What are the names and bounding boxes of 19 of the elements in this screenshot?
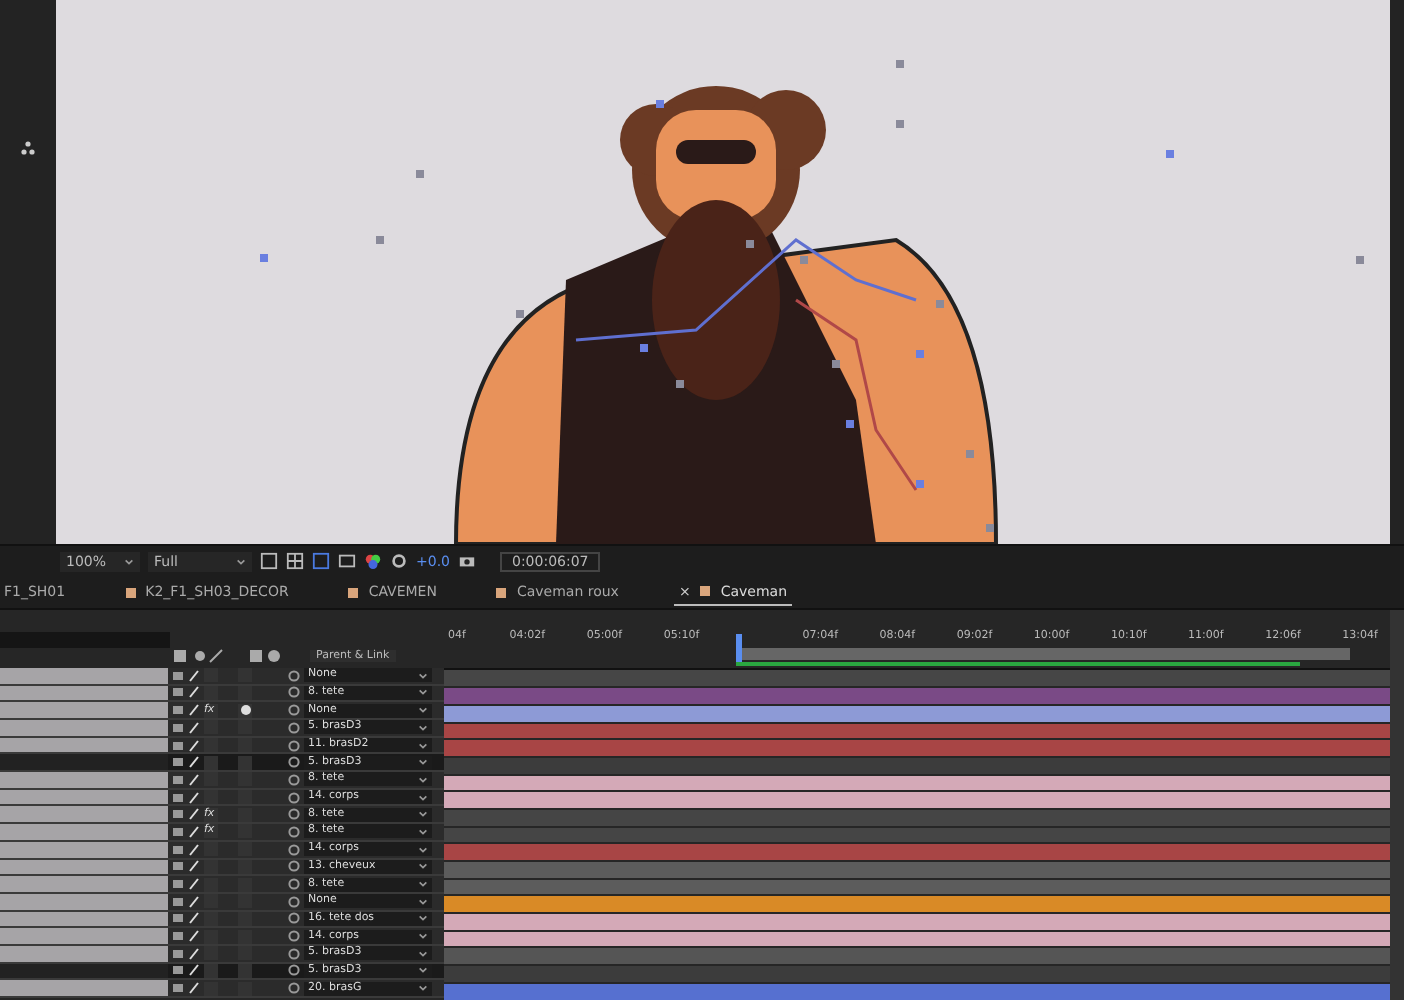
- playhead[interactable]: [736, 633, 742, 662]
- channel-icon[interactable]: [364, 552, 382, 571]
- layer-bar[interactable]: [444, 983, 1390, 999]
- layer-bar[interactable]: [444, 896, 1390, 913]
- caret-icon[interactable]: [124, 557, 134, 566]
- gear-icon[interactable]: [390, 552, 408, 571]
- layer-bar[interactable]: [444, 705, 1390, 721]
- layer-bar[interactable]: [444, 931, 1390, 947]
- mask-icon[interactable]: [312, 552, 330, 571]
- work-area-bar[interactable]: [736, 647, 1350, 660]
- camera-icon[interactable]: [458, 552, 476, 571]
- dots-icon[interactable]: [20, 140, 36, 156]
- motion-blur-icon[interactable]: [239, 704, 251, 717]
- monitor-icon[interactable]: [338, 552, 356, 571]
- caret-icon[interactable]: [236, 557, 246, 566]
- scrollbar[interactable]: [1390, 609, 1404, 1000]
- region-icon[interactable]: [260, 552, 278, 571]
- grid-icon[interactable]: [286, 552, 304, 571]
- layer-bar[interactable]: [444, 775, 1390, 791]
